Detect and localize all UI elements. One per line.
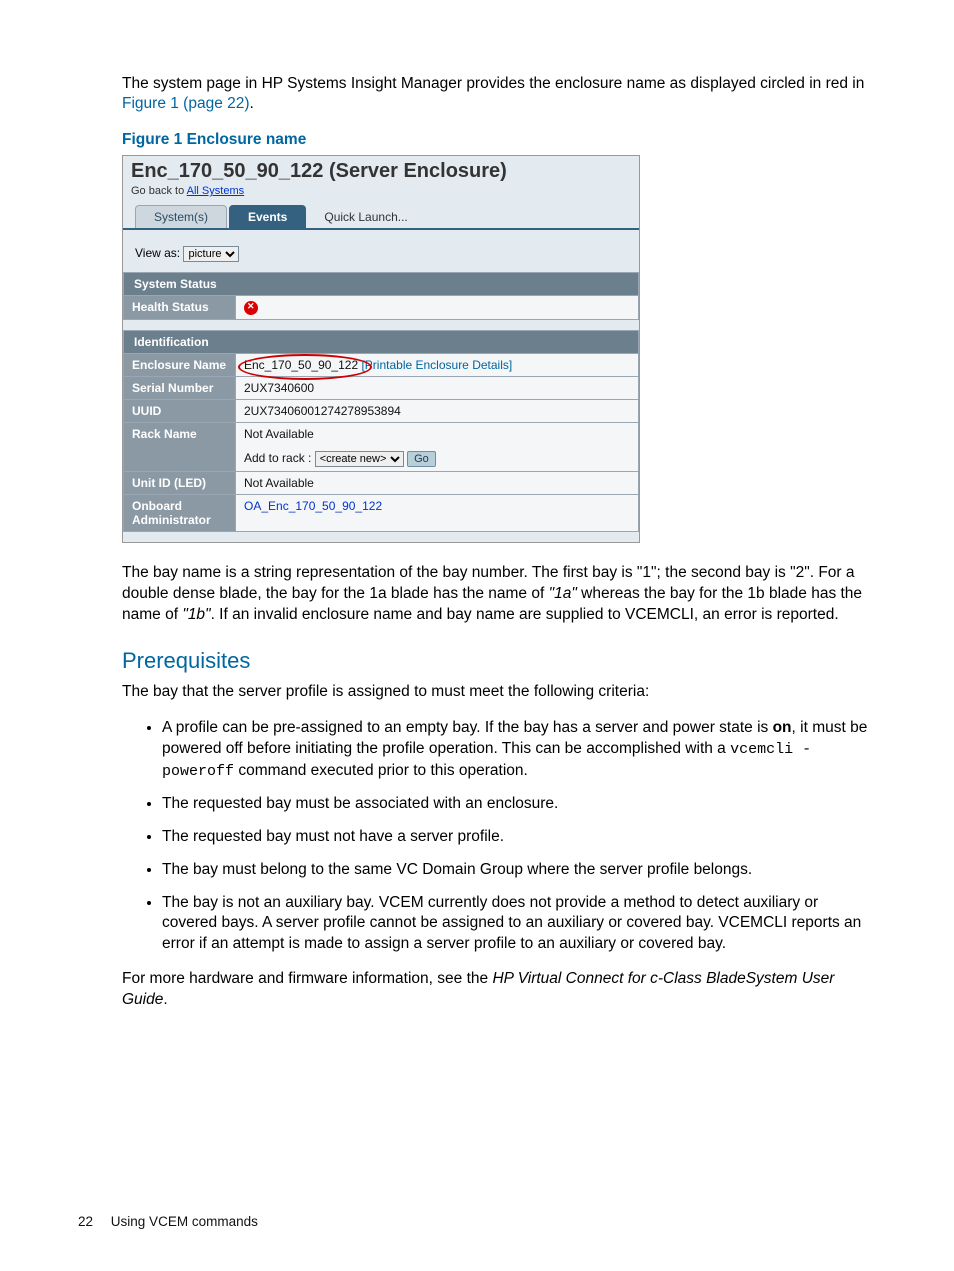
requirements-list: A profile can be pre-assigned to an empt… [122, 718, 876, 955]
go-back-prefix: Go back to [131, 185, 187, 197]
bay-text-3: . If an invalid enclosure name and bay n… [211, 606, 839, 623]
unit-id-label: Unit ID (LED) [124, 472, 236, 494]
go-button[interactable]: Go [407, 451, 436, 467]
figure-link[interactable]: Figure 1 (page 22) [122, 95, 250, 112]
serial-number-label: Serial Number [124, 377, 236, 399]
more-text-2: . [163, 991, 167, 1008]
figure-caption: Figure 1 Enclosure name [122, 131, 876, 149]
req1-text-a: A profile can be pre-assigned to an empt… [162, 719, 773, 736]
rack-name-label: Rack Name [124, 423, 236, 471]
onboard-admin-value[interactable]: OA_Enc_170_50_90_122 [236, 495, 638, 531]
system-status-header: System Status [123, 272, 639, 296]
rack-name-text: Not Available [244, 427, 314, 441]
go-back-row: Go back to All Systems [123, 183, 639, 205]
add-to-rack-label: Add to rack : [244, 451, 311, 465]
serial-number-value: 2UX7340600 [236, 377, 638, 399]
add-to-rack-row: Add to rack : <create new> Go [244, 451, 630, 467]
intro-text-end: . [250, 95, 254, 112]
tab-events[interactable]: Events [229, 205, 306, 228]
enclosure-name-label: Enclosure Name [124, 354, 236, 376]
prerequisites-heading: Prerequisites [122, 648, 876, 674]
figure-screenshot: Enc_170_50_90_122 (Server Enclosure) Go … [122, 155, 640, 543]
error-icon [244, 301, 258, 315]
enclosure-title: Enc_170_50_90_122 (Server Enclosure) [123, 156, 639, 183]
add-to-rack-select[interactable]: <create new> [315, 451, 404, 467]
unit-id-value: Not Available [236, 472, 638, 494]
bay-italic-2: "1b" [182, 606, 210, 623]
req1-text-e: command executed prior to this operation… [234, 762, 528, 779]
uuid-label: UUID [124, 400, 236, 422]
req-item-4: The bay must belong to the same VC Domai… [162, 860, 876, 881]
footer-section: Using VCEM commands [111, 1214, 258, 1229]
all-systems-link[interactable]: All Systems [187, 185, 244, 197]
printable-details-link[interactable]: [Printable Enclosure Details] [361, 358, 512, 372]
more-info-paragraph: For more hardware and firmware informati… [122, 969, 876, 1011]
req1-bold: on [773, 719, 792, 736]
view-as-select[interactable]: picture [183, 246, 239, 262]
req-item-1: A profile can be pre-assigned to an empt… [162, 718, 876, 781]
view-as-label: View as: [135, 246, 180, 260]
page-footer: 22 Using VCEM commands [78, 1214, 258, 1229]
onboard-admin-label: Onboard Administrator [124, 495, 236, 531]
view-as-row: View as: picture [123, 230, 639, 272]
enclosure-name-circled: Enc_170_50_90_122 [244, 358, 358, 372]
identification-header: Identification [123, 330, 639, 354]
tab-systems[interactable]: System(s) [135, 205, 227, 228]
req-item-2: The requested bay must be associated wit… [162, 794, 876, 815]
more-text-1: For more hardware and firmware informati… [122, 970, 492, 987]
quick-launch-link[interactable]: Quick Launch... [320, 206, 411, 228]
intro-text: The system page in HP Systems Insight Ma… [122, 75, 864, 92]
health-status-value [236, 296, 638, 319]
req-item-5: The bay is not an auxiliary bay. VCEM cu… [162, 893, 876, 956]
rack-name-value: Not Available Add to rack : <create new>… [236, 423, 638, 471]
red-circle-annotation [238, 354, 372, 380]
health-status-label: Health Status [124, 296, 236, 319]
bay-paragraph: The bay name is a string representation … [122, 563, 876, 626]
identification-panel: Identification Enclosure Name Enc_170_50… [123, 330, 639, 532]
prereq-intro: The bay that the server profile is assig… [122, 682, 876, 703]
intro-paragraph: The system page in HP Systems Insight Ma… [122, 74, 876, 116]
uuid-value: 2UX73406001274278953894 [236, 400, 638, 422]
bay-italic-1: "1a" [549, 585, 577, 602]
req-item-3: The requested bay must not have a server… [162, 827, 876, 848]
tab-row: System(s) Events Quick Launch... [123, 205, 639, 230]
system-status-panel: System Status Health Status [123, 272, 639, 320]
enclosure-name-value: Enc_170_50_90_122 [Printable Enclosure D… [236, 354, 638, 376]
page-number: 22 [78, 1214, 93, 1229]
